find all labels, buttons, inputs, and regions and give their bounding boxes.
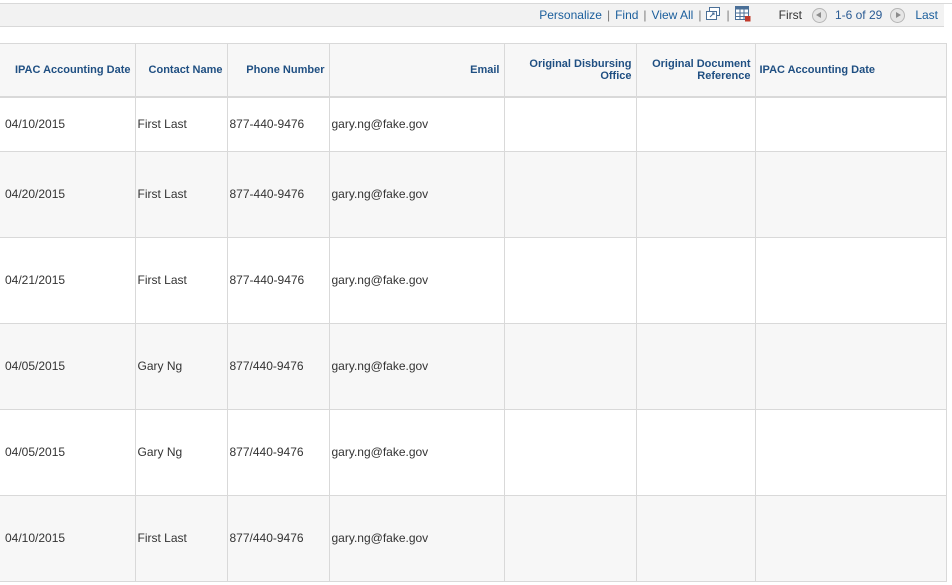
grid-toolbar: Personalize | Find | View All | | [539,4,938,26]
cell-original-disbursing-office [504,323,636,409]
cell-email: gary.ng@fake.gov [329,151,504,237]
cell-original-disbursing-office [504,151,636,237]
cell-ipac-accounting-date-2 [755,495,946,581]
previous-arrow-icon[interactable] [812,8,827,23]
find-link[interactable]: Find [615,8,638,22]
cell-ipac-accounting-date-2 [755,409,946,495]
cell-original-document-reference [636,237,755,323]
table-row[interactable]: 04/10/2015First Last877-440-9476gary.ng@… [0,97,946,151]
cell-phone-number: 877/440-9476 [227,409,329,495]
row-range: 1-6 of 29 [835,8,882,22]
cell-contact-name: First Last [135,495,227,581]
first-label: First [779,8,802,22]
cell-ipac-accounting-date-2 [755,151,946,237]
next-arrow-icon[interactable] [890,8,905,23]
download-spreadsheet-icon[interactable] [735,6,751,25]
header-row: IPAC Accounting Date Contact Name Phone … [0,44,946,98]
cell-ipac-accounting-date: 04/10/2015 [0,495,135,581]
separator: | [643,8,646,22]
cell-phone-number: 877-440-9476 [227,151,329,237]
cell-contact-name: First Last [135,237,227,323]
table-row[interactable]: 04/05/2015Gary Ng877/440-9476gary.ng@fak… [0,323,946,409]
cell-ipac-accounting-date: 04/20/2015 [0,151,135,237]
cell-ipac-accounting-date-2 [755,323,946,409]
last-link[interactable]: Last [915,8,938,22]
grid-navigation-bar: Personalize | Find | View All | | [0,4,944,27]
separator: | [607,8,610,22]
cell-original-document-reference [636,323,755,409]
table-row[interactable]: 04/21/2015First Last877-440-9476gary.ng@… [0,237,946,323]
personalize-link[interactable]: Personalize [539,8,602,22]
cell-ipac-accounting-date-2 [755,237,946,323]
table-row[interactable]: 04/05/2015Gary Ng877/440-9476gary.ng@fak… [0,409,946,495]
cell-ipac-accounting-date: 04/05/2015 [0,323,135,409]
cell-email: gary.ng@fake.gov [329,97,504,151]
cell-phone-number: 877/440-9476 [227,323,329,409]
cell-email: gary.ng@fake.gov [329,323,504,409]
view-all-link[interactable]: View All [652,8,694,22]
cell-ipac-accounting-date: 04/05/2015 [0,409,135,495]
grid-body: 04/10/2015First Last877-440-9476gary.ng@… [0,97,946,581]
cell-phone-number: 877/440-9476 [227,495,329,581]
cell-email: gary.ng@fake.gov [329,495,504,581]
cell-original-disbursing-office [504,237,636,323]
cell-original-disbursing-office [504,97,636,151]
cell-email: gary.ng@fake.gov [329,409,504,495]
cell-original-document-reference [636,495,755,581]
table-row[interactable]: 04/10/2015First Last877/440-9476gary.ng@… [0,495,946,581]
col-header-phone-number[interactable]: Phone Number [227,44,329,98]
cell-contact-name: First Last [135,151,227,237]
separator: | [698,8,701,22]
cell-ipac-accounting-date: 04/21/2015 [0,237,135,323]
separator: | [726,8,729,22]
cell-contact-name: Gary Ng [135,323,227,409]
col-header-ipac-accounting-date[interactable]: IPAC Accounting Date [0,44,135,98]
data-grid: IPAC Accounting Date Contact Name Phone … [0,43,947,582]
cell-original-document-reference [636,409,755,495]
table-row[interactable]: 04/20/2015First Last877-440-9476gary.ng@… [0,151,946,237]
col-header-email[interactable]: Email [329,44,504,98]
cell-contact-name: First Last [135,97,227,151]
cell-original-document-reference [636,97,755,151]
col-header-original-disbursing-office[interactable]: Original Disbursing Office [504,44,636,98]
col-header-contact-name[interactable]: Contact Name [135,44,227,98]
cell-original-disbursing-office [504,495,636,581]
col-header-original-document-reference[interactable]: Original Document Reference [636,44,755,98]
col-header-ipac-accounting-date-2[interactable]: IPAC Accounting Date [755,44,946,98]
cell-original-disbursing-office [504,409,636,495]
cell-phone-number: 877-440-9476 [227,237,329,323]
cell-phone-number: 877-440-9476 [227,97,329,151]
cell-contact-name: Gary Ng [135,409,227,495]
zoom-grid-icon[interactable] [706,7,721,23]
cell-ipac-accounting-date: 04/10/2015 [0,97,135,151]
cell-email: gary.ng@fake.gov [329,237,504,323]
cell-ipac-accounting-date-2 [755,97,946,151]
cell-original-document-reference [636,151,755,237]
